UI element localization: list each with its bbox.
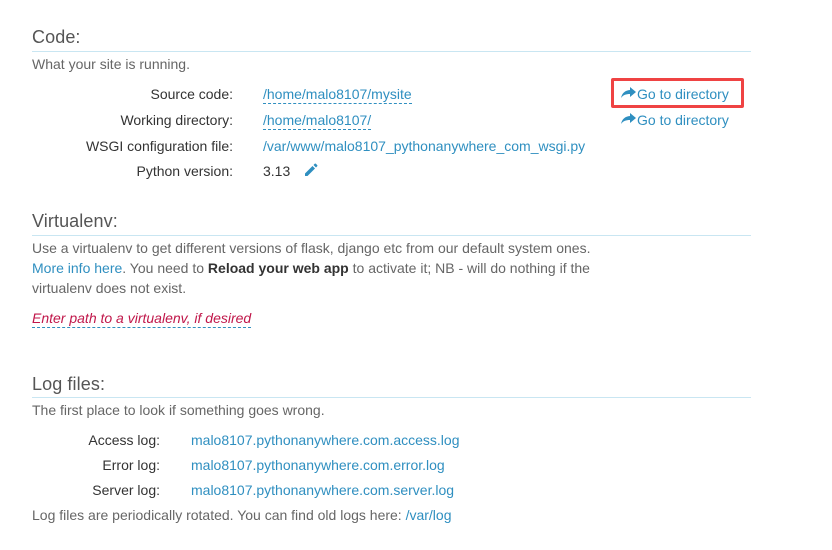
source-code-label: Source code: (150, 86, 234, 102)
log-rotation-text: Log files are periodically rotated. You … (32, 507, 406, 523)
access-log-label: Access log: (88, 432, 160, 448)
go-to-directory-label: Go to directory (637, 112, 729, 128)
share-arrow-icon (621, 112, 637, 128)
wsgi-config-label: WSGI configuration file: (85, 138, 233, 154)
old-logs-link[interactable]: /var/log (406, 507, 452, 523)
python-version-value: 3.13 (263, 163, 291, 179)
log-files-description: The first place to look if something goe… (32, 402, 325, 418)
error-log-label: Error log: (102, 457, 160, 473)
log-rotation-note: Log files are periodically rotated. You … (32, 507, 452, 523)
more-info-link[interactable]: More info here (32, 260, 122, 276)
wsgi-config-link[interactable]: /var/www/malo8107_pythonanywhere_com_wsg… (263, 138, 585, 154)
highlight-box (611, 78, 744, 108)
virtualenv-section-title: Virtualenv: (32, 211, 118, 231)
log-files-section-divider (32, 397, 751, 398)
error-log-link[interactable]: malo8107.pythonanywhere.com.error.log (191, 457, 445, 473)
access-log-link[interactable]: malo8107.pythonanywhere.com.access.log (191, 432, 460, 448)
reload-web-app-text: Reload your web app (207, 260, 349, 276)
server-log-label: Server log: (92, 482, 160, 498)
code-section-divider (32, 51, 751, 52)
working-directory-go-to-directory-link[interactable]: Go to directory (621, 112, 729, 128)
virtualenv-path-input[interactable]: Enter path to a virtualenv, if desired (32, 310, 252, 328)
virtualenv-text: . You need to (122, 260, 208, 276)
working-directory-value[interactable]: /home/malo8107/ (263, 112, 372, 130)
source-code-value[interactable]: /home/malo8107/mysite (263, 86, 412, 104)
code-section-title: Code: (32, 27, 81, 47)
python-version-label: Python version: (136, 163, 234, 179)
virtualenv-description: Use a virtualenv to get different versio… (32, 238, 592, 298)
virtualenv-text: Use a virtualenv to get different versio… (32, 240, 591, 256)
virtualenv-section-divider (32, 235, 751, 236)
working-directory-label: Working directory: (120, 112, 233, 128)
code-section-description: What your site is running. (32, 56, 190, 72)
log-files-section-title: Log files: (32, 374, 106, 394)
pencil-icon[interactable] (303, 162, 319, 183)
server-log-link[interactable]: malo8107.pythonanywhere.com.server.log (191, 482, 454, 498)
